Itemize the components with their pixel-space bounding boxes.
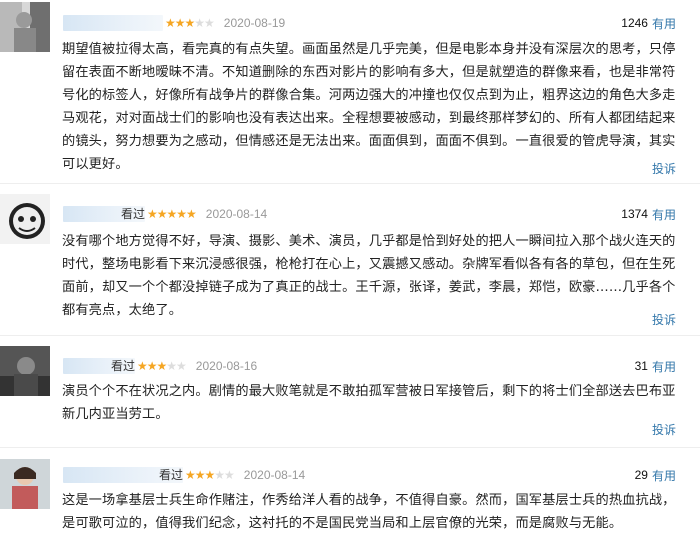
- username[interactable]: [63, 15, 163, 31]
- rating-stars: ★★★★★: [147, 207, 197, 221]
- rating-stars: ★★★★★: [137, 359, 187, 373]
- avatar[interactable]: [0, 459, 50, 509]
- vote-number: 1246: [621, 16, 648, 30]
- report-link[interactable]: 投诉: [652, 421, 676, 438]
- divider: [0, 335, 700, 336]
- vote-number: 31: [634, 359, 648, 373]
- useful-button[interactable]: 有用: [652, 15, 676, 32]
- useful-button[interactable]: 有用: [652, 358, 676, 375]
- review-meta: ★★★★★ 2020-08-19: [63, 13, 285, 33]
- report-link[interactable]: 投诉: [652, 160, 676, 177]
- review-date: 2020-08-14: [243, 468, 306, 482]
- rating-stars: ★★★★★: [185, 468, 235, 482]
- review-meta: 看过 ★★★★★ 2020-08-16: [63, 356, 257, 376]
- review-content: 期望值被拉得太高，看完真的有点失望。画面虽然是几乎完美，但是电影本身并没有深层次…: [62, 42, 676, 172]
- review-content: 演员个个不在状况之内。剧情的最大败笔就是不敢拍孤军营被日军接管后，剩下的将士们全…: [62, 384, 676, 422]
- vote-count: 31 有用: [635, 356, 676, 376]
- rating-stars: ★★★★★: [165, 16, 215, 30]
- review-meta: 看过 ★★★★★ 2020-08-14: [63, 204, 267, 224]
- review-meta: 看过 ★★★★★ 2020-08-14: [63, 465, 305, 485]
- review-date: 2020-08-14: [205, 207, 268, 221]
- avatar[interactable]: [0, 346, 50, 396]
- review-item: 看过 ★★★★★ 2020-08-14 1374 有用 没有哪个地方觉得不好，导…: [0, 190, 700, 340]
- review-item: ★★★★★ 2020-08-19 1246 有用 期望值被拉得太高，看完真的有点…: [0, 0, 700, 190]
- vote-count: 29 有用: [635, 465, 676, 485]
- report-link[interactable]: 投诉: [652, 311, 676, 328]
- divider: [0, 447, 700, 448]
- review-date: 2020-08-19: [223, 16, 286, 30]
- vote-count: 1374 有用: [621, 204, 676, 224]
- useful-button[interactable]: 有用: [652, 206, 676, 223]
- avatar[interactable]: [0, 2, 50, 52]
- avatar[interactable]: [0, 194, 50, 244]
- review-content: 这是一场拿基层士兵生命作赌注，作秀给洋人看的战争，不值得自豪。然而，国军基层士兵…: [62, 493, 676, 531]
- divider: [0, 183, 700, 184]
- username[interactable]: 看过: [63, 206, 145, 222]
- review-date: 2020-08-16: [195, 359, 258, 373]
- username[interactable]: 看过: [63, 467, 183, 483]
- review-item: 看过 ★★★★★ 2020-08-16 31 有用 演员个个不在状况之内。剧情的…: [0, 342, 700, 442]
- review-item: 看过 ★★★★★ 2020-08-14 29 有用 这是一场拿基层士兵生命作赌注…: [0, 455, 700, 542]
- vote-count: 1246 有用: [621, 13, 676, 33]
- username[interactable]: 看过: [63, 358, 135, 374]
- vote-number: 29: [634, 468, 648, 482]
- review-content: 没有哪个地方觉得不好，导演、摄影、美术、演员，几乎都是恰到好处的把人一瞬间拉入那…: [62, 234, 676, 318]
- useful-button[interactable]: 有用: [652, 467, 676, 484]
- vote-number: 1374: [621, 207, 648, 221]
